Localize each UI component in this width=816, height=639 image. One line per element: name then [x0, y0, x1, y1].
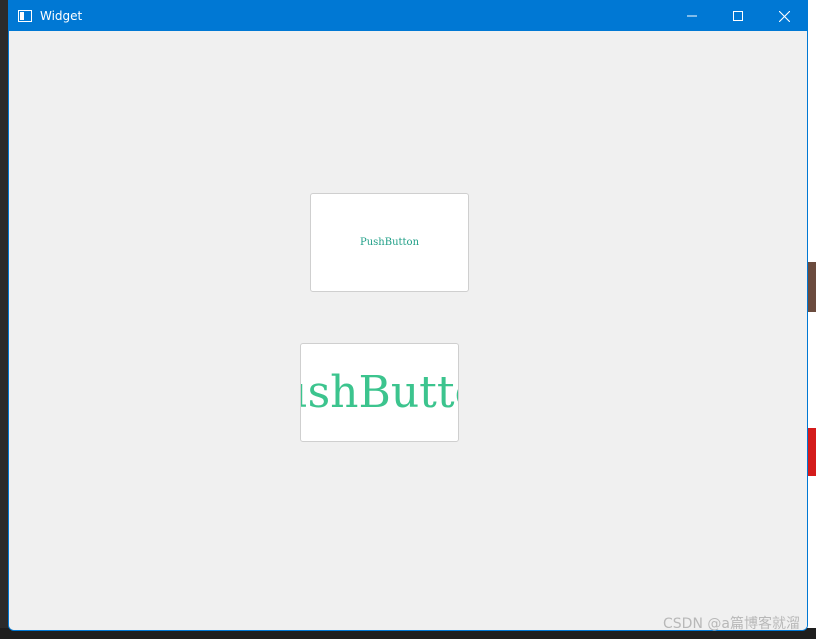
background-fragment	[808, 262, 816, 312]
minimize-button[interactable]	[669, 1, 715, 31]
push-button-small[interactable]: PushButton	[310, 193, 469, 292]
window-controls	[669, 1, 807, 31]
close-button[interactable]	[761, 1, 807, 31]
title-bar[interactable]: Widget	[9, 1, 807, 31]
app-window: Widget PushButton PushButton	[8, 0, 808, 631]
push-button-large[interactable]: PushButton	[300, 343, 459, 442]
client-area: PushButton PushButton	[9, 31, 807, 630]
close-icon	[778, 10, 790, 22]
app-window-icon	[18, 10, 32, 22]
maximize-button[interactable]	[715, 1, 761, 31]
window-title: Widget	[40, 9, 83, 23]
maximize-icon	[733, 11, 743, 21]
watermark: CSDN @a篇博客就溜	[663, 616, 800, 632]
background-fragment	[808, 428, 816, 476]
minimize-icon	[687, 15, 697, 17]
